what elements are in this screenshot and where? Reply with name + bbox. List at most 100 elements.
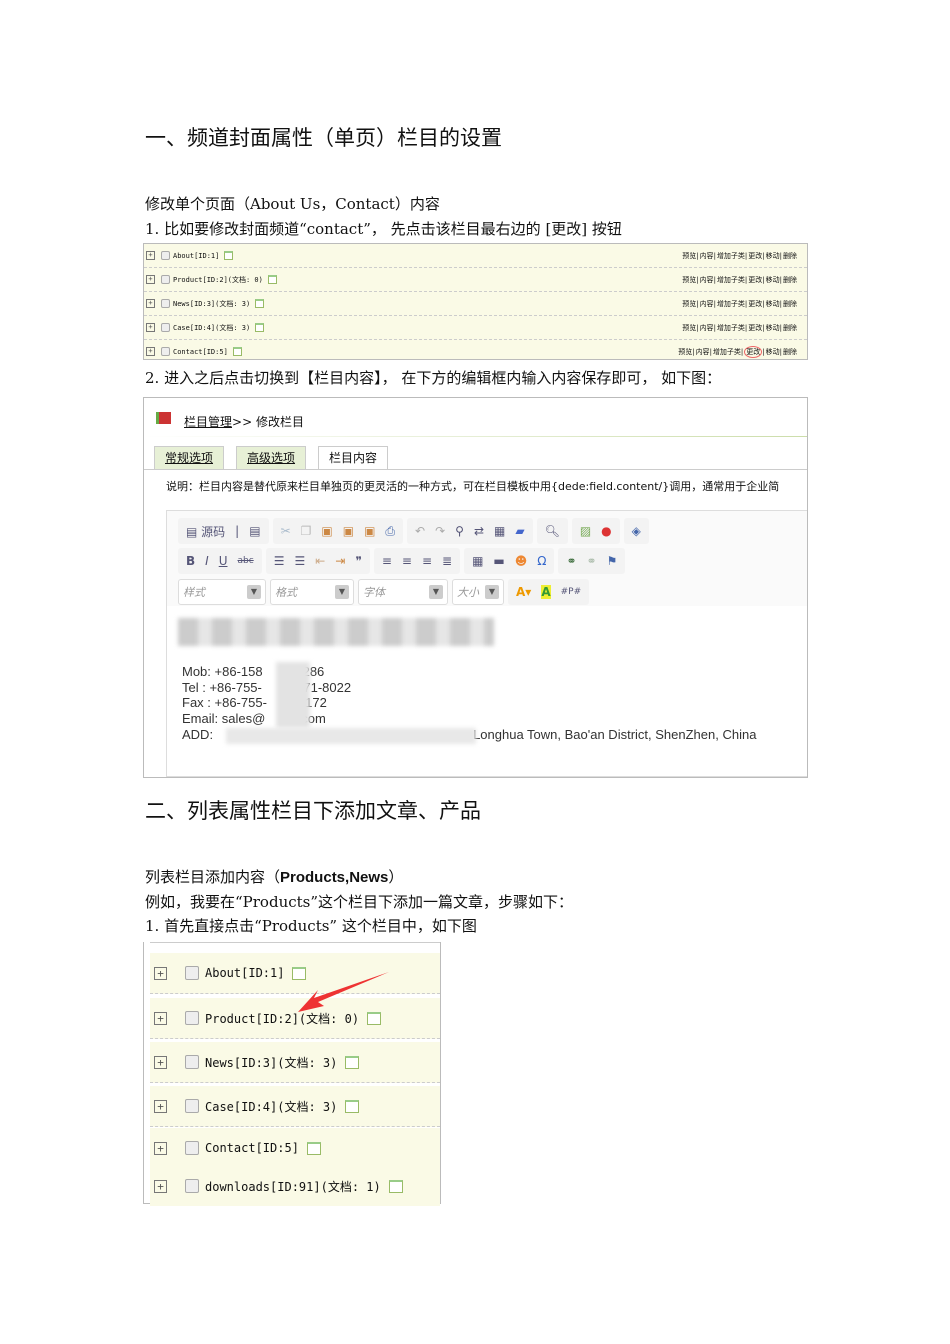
bold-icon[interactable]: B [186,554,195,568]
unlink-icon[interactable]: ⚭ [587,554,597,568]
action-move[interactable]: 移动 [766,348,780,356]
checkbox[interactable] [161,275,170,284]
row-label[interactable]: Contact[ID:5] [173,348,228,356]
action-move[interactable]: 移动 [766,324,780,332]
action-content[interactable]: 内容 [700,252,714,260]
replace-icon[interactable]: ⇄ [474,524,484,538]
special-char-icon[interactable]: Ω [537,554,546,568]
expand-icon[interactable]: + [146,299,155,308]
checkbox[interactable] [185,1055,199,1069]
ordered-list-icon[interactable]: ☰ [274,554,285,568]
expand-icon[interactable]: + [146,323,155,332]
expand-icon[interactable]: + [154,966,167,980]
align-right-icon[interactable]: ≡ [422,554,432,568]
format-select[interactable]: 格式 ▼ [270,579,354,605]
expand-icon[interactable]: + [146,251,155,260]
cut-icon[interactable]: ✂ [281,524,291,538]
action-change[interactable]: 更改 [748,252,762,260]
edit-icon[interactable] [267,275,277,284]
breadcrumb-link[interactable]: 栏目管理 [184,415,232,429]
action-content[interactable]: 内容 [696,348,710,356]
checkbox[interactable] [161,251,170,260]
eraser-icon[interactable]: ▰ [515,524,524,538]
action-preview[interactable]: 预览 [682,300,696,308]
action-delete[interactable]: 删除 [783,276,797,284]
bg-color-icon[interactable]: A [541,585,551,599]
action-move[interactable]: 移动 [766,252,780,260]
image-icon[interactable]: ▨ [580,524,591,538]
anchor-flag-icon[interactable]: ⚑ [607,554,618,568]
action-content[interactable]: 内容 [700,324,714,332]
action-move[interactable]: 移动 [766,276,780,284]
edit-icon[interactable] [306,1141,321,1155]
action-add-child[interactable]: 增加子类 [717,252,745,260]
justify-icon[interactable]: ≣ [442,554,452,568]
blockquote-icon[interactable]: ❞ [355,554,361,568]
page-break-icon[interactable]: #P# [561,587,582,597]
edit-icon[interactable] [255,299,265,308]
tab-advanced[interactable]: 高级选项 [236,446,307,469]
row-label[interactable]: Product[ID:2](文档: 0) [173,275,263,285]
action-content[interactable]: 内容 [700,300,714,308]
paste-text-icon[interactable]: ▣ [343,524,354,538]
outdent-icon[interactable]: ⇤ [315,554,325,568]
style-select[interactable]: 样式 ▼ [178,579,266,605]
underline-icon[interactable]: U [219,554,228,568]
hr-icon[interactable]: ▬ [493,554,504,568]
action-change[interactable]: 更改 [748,276,762,284]
tab-general[interactable]: 常规选项 [154,446,225,469]
row-label[interactable]: Case[ID:4](文档: 3) [205,1098,337,1115]
italic-icon[interactable]: I [205,554,209,568]
paste-icon[interactable]: ▣ [321,524,332,538]
action-preview[interactable]: 预览 [682,324,696,332]
edit-icon[interactable] [345,1099,360,1113]
select-all-icon[interactable]: ▦ [494,524,505,538]
action-add-child[interactable]: 增加子类 [717,276,745,284]
maximize-icon[interactable]: ◈ [632,524,641,538]
expand-icon[interactable]: + [154,1099,167,1113]
indent-icon[interactable]: ⇥ [335,554,345,568]
action-delete[interactable]: 删除 [783,348,797,356]
font-select[interactable]: 字体 ▼ [358,579,448,605]
edit-icon[interactable] [232,347,242,356]
action-add-child[interactable]: 增加子类 [717,324,745,332]
row-label[interactable]: downloads[ID:91](文档: 1) [205,1178,381,1195]
edit-icon[interactable] [345,1055,360,1069]
align-center-icon[interactable]: ≡ [402,554,412,568]
text-color-icon[interactable]: A▾ [516,585,531,599]
expand-icon[interactable]: + [154,1179,167,1193]
edit-icon[interactable] [255,323,265,332]
edit-icon[interactable] [388,1179,403,1193]
action-change[interactable]: 更改 [748,300,762,308]
checkbox[interactable] [185,1011,199,1025]
strike-icon[interactable]: abc [238,556,254,566]
action-content[interactable]: 内容 [700,276,714,284]
print-icon[interactable]: ⎙ [385,524,395,539]
expand-icon[interactable]: + [154,1141,167,1155]
action-move[interactable]: 移动 [766,300,780,308]
row-label[interactable]: News[ID:3](文档: 3) [205,1054,337,1071]
checkbox[interactable] [185,1099,199,1113]
expand-icon[interactable]: + [154,1055,167,1069]
checkbox[interactable] [161,323,170,332]
action-preview[interactable]: 预览 [682,276,696,284]
table-icon[interactable]: ▦ [472,554,483,568]
expand-icon[interactable]: + [154,1011,167,1025]
copy-icon[interactable]: ❐ [301,524,312,538]
action-change[interactable]: 更改 [748,324,762,332]
row-label[interactable]: News[ID:3](文档: 3) [173,299,250,309]
action-delete[interactable]: 删除 [783,300,797,308]
size-select[interactable]: 大小 ▼ [452,579,504,605]
action-preview[interactable]: 预览 [682,252,696,260]
row-label[interactable]: Case[ID:4](文档: 3) [173,323,250,333]
checkbox[interactable] [185,1141,199,1155]
action-add-child[interactable]: 增加子类 [713,348,741,356]
action-delete[interactable]: 删除 [783,324,797,332]
bullet-list-icon[interactable]: ☰ [294,554,305,568]
checkbox[interactable] [185,966,199,980]
action-delete[interactable]: 删除 [783,252,797,260]
expand-icon[interactable]: + [146,347,155,356]
link-icon[interactable]: ⚭ [566,554,576,568]
expand-icon[interactable]: + [146,275,155,284]
row-label[interactable]: About[ID:1] [205,966,284,980]
